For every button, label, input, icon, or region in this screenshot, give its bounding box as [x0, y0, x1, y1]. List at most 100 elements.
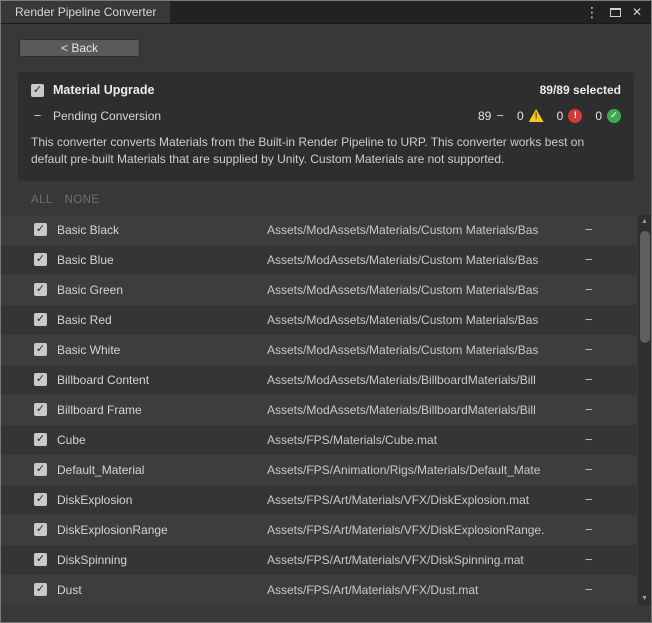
check-icon: ✓ [36, 284, 45, 295]
success-icon: ✓ [607, 109, 621, 123]
material-name: Basic Green [57, 283, 267, 297]
row-checkbox[interactable]: ✓ [34, 433, 47, 446]
row-status-icon: − [579, 282, 637, 297]
check-icon: ✓ [36, 314, 45, 325]
error-icon: ! [568, 109, 582, 123]
converter-title: Material Upgrade [53, 83, 154, 97]
titlebar: Render Pipeline Converter ⋮ ✕ [1, 1, 651, 24]
material-name: Billboard Frame [57, 403, 267, 417]
scroll-down-icon[interactable]: ▼ [638, 592, 651, 605]
success-count: 0 [595, 109, 602, 123]
check-icon: ✓ [36, 494, 45, 505]
row-status-icon: − [579, 252, 637, 267]
check-icon: ✓ [36, 434, 45, 445]
material-path: Assets/FPS/Art/Materials/VFX/DiskSpinnin… [267, 553, 579, 567]
row-status-icon: − [579, 342, 637, 357]
table-row: ✓ Basic Red Assets/ModAssets/Materials/C… [1, 305, 637, 335]
row-status-icon: − [579, 462, 637, 477]
material-path: Assets/FPS/Animation/Rigs/Materials/Defa… [267, 463, 579, 477]
material-path: Assets/FPS/Art/Materials/VFX/Dust.mat [267, 583, 579, 597]
selected-count: 89/89 selected [540, 83, 621, 97]
material-name: Default_Material [57, 463, 267, 477]
pending-conversion-row: − Pending Conversion 89 − 0 ! 0 ! 0 ✓ [31, 108, 621, 123]
row-status-icon: − [579, 432, 637, 447]
kebab-menu-icon[interactable]: ⋮ [585, 5, 599, 19]
material-path: Assets/ModAssets/Materials/BillboardMate… [267, 403, 579, 417]
check-icon: ✓ [36, 374, 45, 385]
scroll-up-icon[interactable]: ▲ [638, 215, 651, 228]
row-status-icon: − [579, 312, 637, 327]
status-counts: 89 − 0 ! 0 ! 0 ✓ [478, 108, 621, 123]
row-checkbox[interactable]: ✓ [34, 523, 47, 536]
check-icon: ✓ [36, 584, 45, 595]
material-name: Billboard Content [57, 373, 267, 387]
material-path: Assets/ModAssets/Materials/Custom Materi… [267, 283, 579, 297]
maximize-icon[interactable] [610, 8, 621, 17]
check-icon: ✓ [36, 524, 45, 535]
row-status-icon: − [579, 402, 637, 417]
row-checkbox[interactable]: ✓ [34, 313, 47, 326]
check-icon: ✓ [33, 85, 42, 96]
row-status-icon: − [579, 492, 637, 507]
scrollbar-track[interactable] [638, 228, 651, 592]
material-name: Basic Black [57, 223, 267, 237]
warning-icon: ! [529, 109, 544, 122]
pending-label: Pending Conversion [53, 109, 161, 123]
select-all-button[interactable]: ALL [31, 194, 53, 206]
material-list: ✓ Basic Black Assets/ModAssets/Materials… [1, 215, 651, 605]
check-icon: ✓ [36, 554, 45, 565]
table-row: ✓ Dust Assets/FPS/Art/Materials/VFX/Dust… [1, 575, 637, 605]
table-row: ✓ DiskSpinning Assets/FPS/Art/Materials/… [1, 545, 637, 575]
converter-checkbox[interactable]: ✓ [31, 84, 44, 97]
check-icon: ✓ [36, 464, 45, 475]
mixed-state-icon[interactable]: − [31, 109, 44, 122]
row-status-icon: − [579, 552, 637, 567]
check-icon: ✓ [36, 224, 45, 235]
row-checkbox[interactable]: ✓ [34, 583, 47, 596]
table-row: ✓ Basic Black Assets/ModAssets/Materials… [1, 215, 637, 245]
material-name: DiskExplosionRange [57, 523, 267, 537]
tab-render-pipeline-converter[interactable]: Render Pipeline Converter [1, 1, 170, 23]
material-name: Basic White [57, 343, 267, 357]
check-icon: ✓ [36, 404, 45, 415]
material-name: DiskExplosion [57, 493, 267, 507]
scrollbar-thumb[interactable] [640, 231, 650, 343]
material-path: Assets/ModAssets/Materials/Custom Materi… [267, 313, 579, 327]
converter-panel: ✓ Material Upgrade 89/89 selected − Pend… [18, 72, 634, 181]
material-path: Assets/FPS/Materials/Cube.mat [267, 433, 579, 447]
close-icon[interactable]: ✕ [632, 6, 642, 18]
table-row: ✓ Basic Green Assets/ModAssets/Materials… [1, 275, 637, 305]
table-row: ✓ DiskExplosion Assets/FPS/Art/Materials… [1, 485, 637, 515]
select-none-button[interactable]: NONE [65, 194, 100, 206]
table-row: ✓ Basic Blue Assets/ModAssets/Materials/… [1, 245, 637, 275]
row-checkbox[interactable]: ✓ [34, 223, 47, 236]
check-icon: ✓ [36, 254, 45, 265]
row-checkbox[interactable]: ✓ [34, 553, 47, 566]
material-name: Basic Red [57, 313, 267, 327]
material-path: Assets/ModAssets/Materials/Custom Materi… [267, 223, 579, 237]
row-checkbox[interactable]: ✓ [34, 463, 47, 476]
material-rows: ✓ Basic Black Assets/ModAssets/Materials… [1, 215, 637, 605]
window-title: Render Pipeline Converter [15, 5, 156, 19]
table-row: ✓ Cube Assets/FPS/Materials/Cube.mat − [1, 425, 637, 455]
row-checkbox[interactable]: ✓ [34, 253, 47, 266]
table-row: ✓ DiskExplosionRange Assets/FPS/Art/Mate… [1, 515, 637, 545]
row-checkbox[interactable]: ✓ [34, 283, 47, 296]
table-row: ✓ Basic White Assets/ModAssets/Materials… [1, 335, 637, 365]
warning-count: 0 [517, 109, 524, 123]
material-name: Cube [57, 433, 267, 447]
row-checkbox[interactable]: ✓ [34, 373, 47, 386]
material-path: Assets/FPS/Art/Materials/VFX/DiskExplosi… [267, 493, 579, 507]
row-checkbox[interactable]: ✓ [34, 403, 47, 416]
row-checkbox[interactable]: ✓ [34, 343, 47, 356]
material-path: Assets/ModAssets/Materials/Custom Materi… [267, 253, 579, 267]
render-pipeline-converter-window: Render Pipeline Converter ⋮ ✕ < Back ✓ M… [0, 0, 652, 623]
vertical-scrollbar[interactable]: ▲ ▼ [638, 215, 651, 605]
back-button[interactable]: < Back [19, 39, 140, 57]
error-count: 0 [557, 109, 564, 123]
row-checkbox[interactable]: ✓ [34, 493, 47, 506]
material-name: Basic Blue [57, 253, 267, 267]
material-path: Assets/FPS/Art/Materials/VFX/DiskExplosi… [267, 523, 579, 537]
material-path: Assets/ModAssets/Materials/Custom Materi… [267, 343, 579, 357]
back-button-label: < Back [61, 41, 98, 55]
